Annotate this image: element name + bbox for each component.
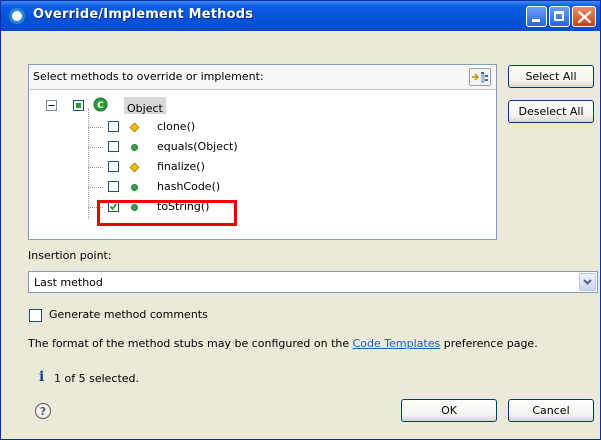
public-method-icon bbox=[131, 144, 138, 151]
maximize-button[interactable] bbox=[549, 6, 570, 27]
tree-item-object[interactable]: Object bbox=[124, 97, 166, 115]
clone-checkbox[interactable] bbox=[108, 121, 119, 132]
override-implement-dialog: Override/Implement Methods Select method… bbox=[0, 0, 601, 440]
svg-text:C: C bbox=[97, 101, 104, 111]
info-text-before: The format of the method stubs may be co… bbox=[28, 337, 353, 350]
tree-connector bbox=[88, 127, 103, 128]
title-bar[interactable]: Override/Implement Methods bbox=[1, 1, 600, 31]
select-all-button[interactable]: Select All bbox=[508, 65, 594, 88]
minimize-button[interactable] bbox=[526, 6, 547, 27]
dialog-title: Override/Implement Methods bbox=[33, 7, 254, 22]
methods-panel-header: Select methods to override or implement: bbox=[29, 65, 496, 90]
protected-method-icon bbox=[129, 162, 140, 173]
stub-format-info: The format of the method stubs may be co… bbox=[28, 337, 538, 350]
tree-connector bbox=[88, 147, 103, 148]
protected-method-icon bbox=[129, 122, 140, 133]
insertion-point-value: Last method bbox=[34, 276, 103, 289]
method-label: hashCode() bbox=[157, 180, 221, 193]
maximize-icon bbox=[554, 11, 564, 21]
help-icon[interactable]: ? bbox=[34, 402, 52, 420]
info-icon: i bbox=[39, 369, 45, 385]
deselect-all-button[interactable]: Deselect All bbox=[508, 100, 594, 123]
svg-text:?: ? bbox=[40, 405, 46, 418]
partial-check-icon bbox=[76, 103, 81, 108]
insertion-point-label: Insertion point: bbox=[28, 249, 112, 262]
hashcode-checkbox[interactable] bbox=[108, 181, 119, 192]
expand-all-icon bbox=[472, 72, 488, 83]
code-templates-link[interactable]: Code Templates bbox=[353, 337, 441, 350]
ok-button[interactable]: OK bbox=[401, 399, 497, 422]
close-icon bbox=[578, 11, 591, 23]
close-button[interactable] bbox=[572, 6, 596, 27]
method-label: finalize() bbox=[157, 160, 205, 173]
methods-prompt: Select methods to override or implement: bbox=[33, 70, 264, 83]
tree-item-object-label: Object bbox=[127, 102, 163, 115]
insertion-point-select[interactable]: Last method bbox=[28, 271, 598, 293]
generate-comments-checkbox[interactable] bbox=[29, 309, 42, 322]
method-label: equals(Object) bbox=[157, 140, 238, 153]
object-checkbox[interactable] bbox=[73, 100, 84, 111]
eclipse-app-icon bbox=[9, 8, 25, 24]
finalize-checkbox[interactable] bbox=[108, 161, 119, 172]
highlight-box bbox=[97, 200, 237, 226]
public-method-icon bbox=[131, 184, 138, 191]
class-icon: C bbox=[93, 97, 108, 112]
method-label: clone() bbox=[157, 120, 196, 133]
chevron-down-icon bbox=[583, 279, 592, 285]
info-text-after: preference page. bbox=[440, 337, 538, 350]
minimize-icon bbox=[532, 19, 540, 22]
generate-comments-label: Generate method comments bbox=[49, 308, 208, 321]
dropdown-button[interactable] bbox=[579, 273, 596, 291]
equals-checkbox[interactable] bbox=[108, 141, 119, 152]
selection-status: 1 of 5 selected. bbox=[54, 372, 140, 385]
tree-connector bbox=[88, 167, 103, 168]
collapse-icon[interactable] bbox=[46, 100, 57, 111]
expand-all-button[interactable] bbox=[469, 68, 491, 86]
cancel-button[interactable]: Cancel bbox=[508, 399, 594, 422]
tree-connector bbox=[88, 109, 89, 219]
tree-connector bbox=[88, 187, 103, 188]
